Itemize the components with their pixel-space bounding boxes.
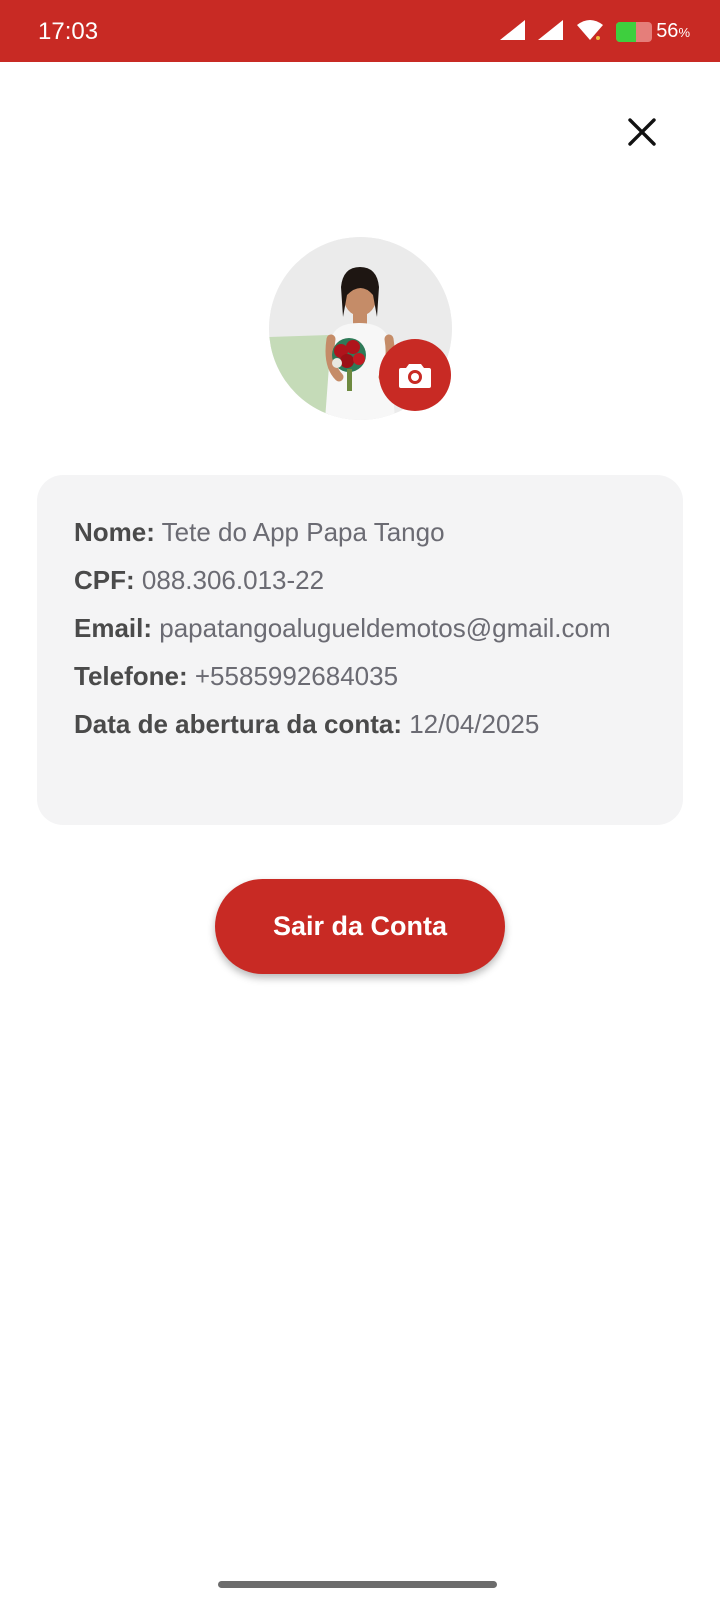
email-label: Email: — [74, 613, 153, 643]
cpf-label: CPF: — [74, 565, 135, 595]
status-icons: 56% — [500, 17, 690, 47]
name-row: Nome: Tete do App Papa Tango — [74, 515, 653, 549]
close-icon — [628, 118, 656, 146]
signal-icon — [538, 19, 564, 46]
email-value: papatangoalugueldemotos@gmail.com — [159, 613, 611, 643]
account-opened-label: Data de abertura da conta: — [74, 709, 402, 739]
name-label: Nome: — [74, 517, 155, 547]
status-time: 17:03 — [38, 18, 99, 45]
home-indicator[interactable] — [218, 1581, 497, 1588]
name-value: Tete do App Papa Tango — [161, 517, 445, 547]
signal-icon — [500, 19, 526, 46]
account-opened-value: 12/04/2025 — [409, 709, 540, 739]
account-opened-row: Data de abertura da conta: 12/04/2025 — [74, 707, 653, 741]
cpf-value: 088.306.013-22 — [141, 565, 325, 595]
phone-label: Telefone: — [74, 661, 188, 691]
cpf-row: CPF: 088.306.013-22 — [74, 563, 653, 597]
phone-row: Telefone: +5585992684035 — [74, 659, 653, 693]
phone-value: +5585992684035 — [194, 661, 399, 691]
wifi-icon — [576, 19, 604, 46]
battery-percent: 56 — [656, 20, 679, 42]
avatar-container — [269, 237, 452, 420]
camera-icon — [399, 364, 431, 388]
close-button[interactable] — [626, 116, 658, 148]
logout-button[interactable]: Sair da Conta — [215, 879, 505, 974]
battery-level-bar — [616, 22, 653, 42]
email-row: Email: papatangoalugueldemotos@gmail.com — [74, 611, 653, 645]
account-info-card: Nome: Tete do App Papa Tango CPF: 088.30… — [37, 475, 683, 825]
status-bar: 17:03 56% — [0, 0, 720, 62]
battery-unit: % — [678, 25, 690, 40]
change-photo-button[interactable] — [379, 339, 451, 411]
battery-icon: 56% — [616, 19, 690, 45]
